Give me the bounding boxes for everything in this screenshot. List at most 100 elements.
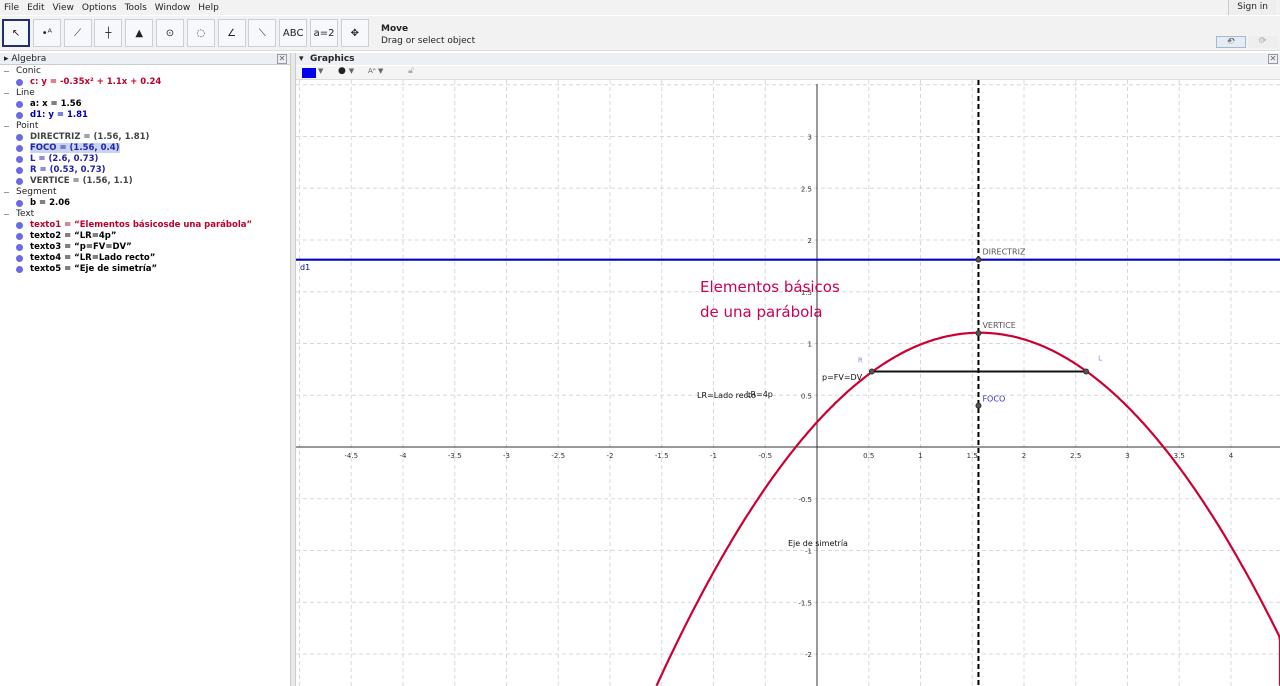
slider-tool[interactable]: a=2 — [310, 19, 338, 47]
settings-icon[interactable]: ⚙ — [1258, 36, 1265, 45]
perpendicular-tool[interactable]: ┼ — [94, 19, 123, 47]
parabola-c[interactable] — [655, 331, 1280, 686]
point-l[interactable] — [1083, 368, 1090, 375]
visibility-toggle[interactable] — [16, 244, 23, 251]
menu-help[interactable]: Help — [194, 3, 223, 13]
algebra-item[interactable]: texto4 = “LR=Lado recto” — [0, 253, 290, 264]
algebra-view: Conic c: y = -0.35x² + 1.1x + 0.24 Line a: … — [0, 66, 290, 686]
algebra-item[interactable]: c: y = -0.35x² + 1.1x + 0.24 — [0, 77, 290, 88]
algebra-item-text: texto3 = “p=FV=DV” — [30, 242, 132, 252]
visibility-toggle[interactable] — [16, 156, 23, 163]
point-style-button[interactable]: ● ▼ — [338, 66, 354, 76]
visibility-toggle[interactable] — [16, 145, 23, 152]
close-icon[interactable]: ✕ — [277, 54, 287, 64]
x-tick-label: -1 — [710, 452, 717, 460]
x-tick-label: 0.5 — [863, 452, 874, 460]
label-foco: FOCO — [982, 395, 1005, 404]
graphics-title: Graphics — [310, 54, 355, 64]
algebra-item[interactable]: texto3 = “p=FV=DV” — [0, 242, 290, 253]
algebra-item-text: texto4 = “LR=Lado recto” — [30, 253, 156, 263]
y-tick-label: -1.5 — [798, 599, 812, 607]
algebra-header: ▸ Algebra ✕ — [0, 53, 290, 65]
point-r[interactable] — [868, 368, 875, 375]
algebra-item[interactable]: b = 2.06 — [0, 198, 290, 209]
algebra-item[interactable]: texto1 = “Elementos básicosde una parábo… — [0, 220, 290, 231]
visibility-toggle[interactable] — [16, 255, 23, 262]
point-tool[interactable]: •ᴬ — [32, 19, 61, 47]
category-segment[interactable]: Segment — [0, 187, 290, 198]
algebra-item[interactable]: d1: y = 1.81 — [0, 110, 290, 121]
menu-view[interactable]: View — [49, 3, 78, 13]
x-tick-label: 4 — [1229, 452, 1234, 460]
visibility-toggle[interactable] — [16, 101, 23, 108]
point-directriz[interactable] — [975, 256, 982, 263]
algebra-item[interactable]: texto5 = “Eje de simetría” — [0, 264, 290, 275]
circle-tool-icon: ⊙ — [165, 27, 175, 39]
close-icon[interactable]: ✕ — [1268, 54, 1278, 64]
point-foco[interactable] — [975, 402, 982, 409]
label-style-button[interactable]: Aᴬ ▼ — [368, 67, 383, 75]
algebra-item-text: c: y = -0.35x² + 1.1x + 0.24 — [30, 77, 162, 87]
algebra-item[interactable]: L = (2.6, 0.73) — [0, 154, 290, 165]
algebra-item[interactable]: a: x = 1.56 — [0, 99, 290, 110]
conic-tool[interactable]: ◌ — [186, 19, 215, 47]
reflect-tool-icon: ⟍ — [258, 27, 266, 39]
category-text[interactable]: Text — [0, 209, 290, 220]
algebra-item[interactable]: VERTICE = (1.56, 1.1) — [0, 176, 290, 187]
color-button[interactable] — [302, 68, 316, 78]
category-line[interactable]: Line — [0, 88, 290, 99]
category-conic[interactable]: Conic — [0, 66, 290, 77]
visibility-toggle[interactable] — [16, 112, 23, 119]
collapse-icon[interactable]: ▾ — [299, 53, 304, 65]
sign-in-button[interactable]: Sign in — [1228, 0, 1276, 15]
title-text: Elementos básicos — [700, 278, 840, 296]
algebra-item-text: R = (0.53, 0.73) — [30, 165, 106, 175]
polygon-tool[interactable]: ▲ — [125, 19, 154, 47]
visibility-toggle[interactable] — [16, 200, 23, 207]
move-view-tool[interactable]: ✥ — [340, 19, 369, 47]
menu-options[interactable]: Options — [78, 3, 121, 13]
x-tick-label: 1.5 — [967, 452, 978, 460]
slider-tool-icon: a=2 — [313, 27, 335, 39]
point-vertice[interactable] — [975, 330, 982, 337]
x-tick-label: 3 — [1125, 452, 1129, 460]
x-tick-label: 2.5 — [1070, 452, 1081, 460]
visibility-toggle[interactable] — [16, 134, 23, 141]
visibility-toggle[interactable] — [16, 233, 23, 240]
circle-tool[interactable]: ⊙ — [156, 19, 184, 47]
label-d1: d1 — [300, 263, 310, 272]
point-tool-icon: •ᴬ — [41, 27, 52, 39]
menu-file[interactable]: File — [0, 3, 23, 13]
label-vertice: VERTICE — [982, 321, 1015, 330]
visibility-toggle[interactable] — [16, 167, 23, 174]
visibility-toggle[interactable] — [16, 266, 23, 273]
category-point[interactable]: Point — [0, 121, 290, 132]
menu-window[interactable]: Window — [151, 3, 195, 13]
visibility-toggle[interactable] — [16, 79, 23, 86]
help-icon[interactable]: ◎ — [1227, 36, 1234, 45]
reflect-tool[interactable]: ⟍ — [248, 19, 277, 47]
algebra-item-text: d1: y = 1.81 — [30, 110, 88, 120]
text-lr-4p: LR=4p — [746, 390, 773, 399]
menu-bar: File Edit View Options Tools Window Help — [0, 0, 1280, 15]
text-tool[interactable]: ABC — [279, 19, 308, 47]
lock-icon[interactable]: 🔓︎ — [408, 66, 414, 76]
algebra-item[interactable]: FOCO = (1.56, 0.4) — [0, 143, 290, 154]
x-tick-label: -1.5 — [655, 452, 669, 460]
algebra-item[interactable]: texto2 = “LR=4p” — [0, 231, 290, 242]
text-eje-simetria: Eje de simetría — [788, 539, 848, 548]
move-tool[interactable]: ↖ — [2, 19, 30, 47]
text-tool-icon: ABC — [282, 27, 304, 39]
graphics-canvas[interactable]: -4.5 -4 -3.5 -3 -2.5 -2 -1.5 -1 -0.5 0.5 1 1.5 2 2.5 3… — [296, 80, 1280, 686]
chevron-down-icon[interactable]: ▼ — [318, 67, 323, 75]
visibility-toggle[interactable] — [16, 222, 23, 229]
visibility-toggle[interactable] — [16, 178, 23, 185]
algebra-item[interactable]: R = (0.53, 0.73) — [0, 165, 290, 176]
algebra-item[interactable]: DIRECTRIZ = (1.56, 1.81) — [0, 132, 290, 143]
menu-tools[interactable]: Tools — [121, 3, 151, 13]
angle-tool[interactable]: ∠ — [217, 19, 246, 47]
move-view-tool-icon: ✥ — [350, 27, 359, 39]
menu-edit[interactable]: Edit — [23, 3, 48, 13]
tool-name: Move — [381, 24, 409, 34]
line-tool[interactable]: ⟋ — [63, 19, 92, 47]
